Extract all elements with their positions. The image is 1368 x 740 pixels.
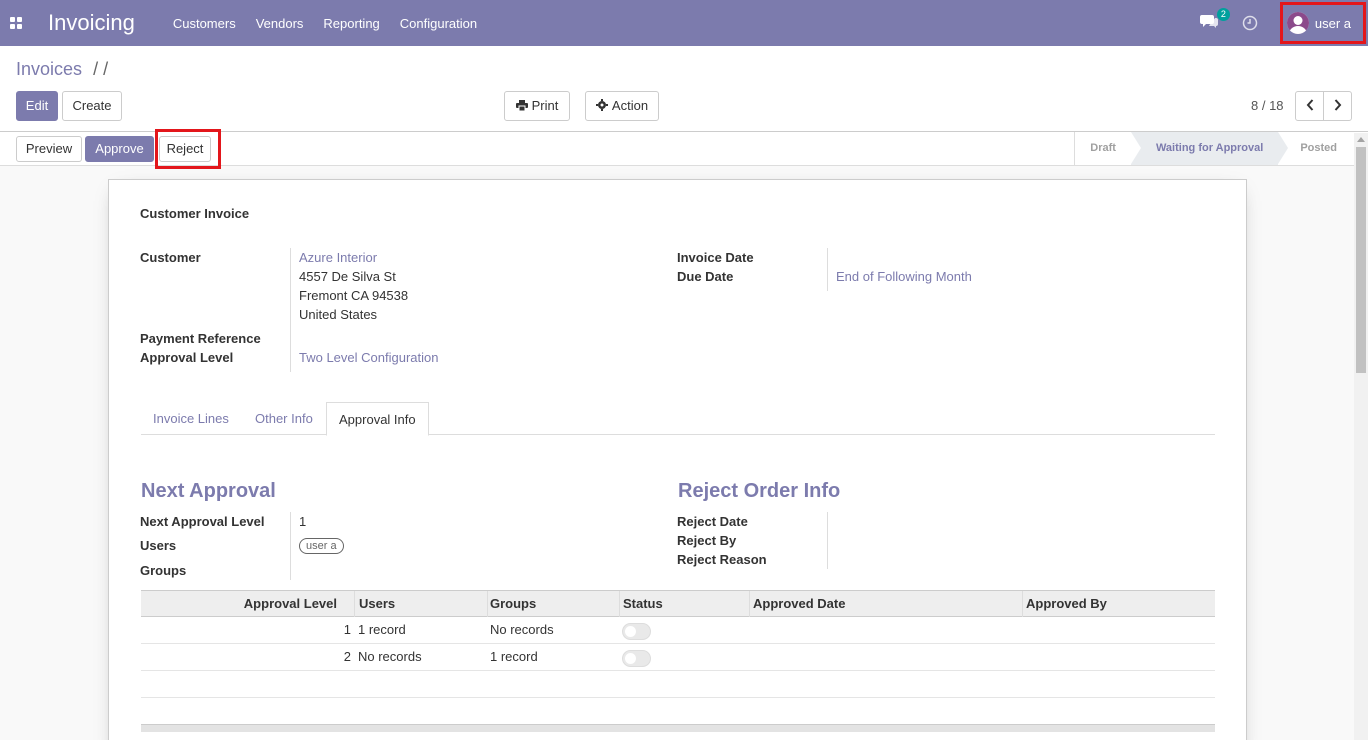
address-line1: 4557 De Silva St [299,269,396,284]
approval-table: Approval Level Users Groups Status Appro… [141,590,1215,698]
form-sheet: Customer Invoice Customer Azure Interior… [108,179,1247,740]
cell-users: 1 record [358,622,406,637]
column-approval-level[interactable]: Approval Level [141,591,337,617]
column-separator [354,591,355,617]
address-line3: United States [299,307,378,322]
menu-configuration[interactable]: Configuration [400,16,477,31]
column-separator [749,591,750,617]
due-date-label: Due Date [677,269,734,284]
pager-value[interactable]: 8 / 18 [1251,98,1284,113]
cell-level: 2 [343,649,351,664]
breadcrumb-invoices[interactable]: Invoices [16,59,82,79]
reject-date-label: Reject Date [677,514,748,529]
customer-link[interactable]: Azure Interior [299,250,377,265]
field-divider [827,248,828,291]
status-toggle[interactable] [622,650,651,667]
user-tag[interactable]: user a [299,538,344,554]
tab-other-info[interactable]: Other Info [243,402,325,435]
users-tags: user a [299,537,344,554]
groups-label: Groups [140,563,187,578]
users-label: Users [140,538,177,553]
apps-menu-icon[interactable] [0,0,32,46]
column-approved-by[interactable]: Approved By [1026,591,1107,617]
column-users[interactable]: Users [359,591,395,617]
gear-icon [595,93,608,121]
control-panel: Invoices / / Edit Create Print Action 8 … [0,46,1368,132]
avatar [1286,12,1309,34]
next-approval-level-value: 1 [299,514,307,529]
field-divider [290,248,291,372]
next-approval-level-label: Next Approval Level [140,514,265,529]
next-approval-heading: Next Approval [141,480,276,502]
reject-reason-label: Reject Reason [677,552,767,567]
clock-icon[interactable] [1242,15,1258,31]
table-header: Approval Level Users Groups Status Appro… [141,590,1215,617]
approval-level-link[interactable]: Two Level Configuration [299,350,438,365]
reject-by-label: Reject By [677,533,737,548]
field-divider [290,512,291,580]
status-toggle[interactable] [622,623,651,640]
chat-count-badge: 2 [1216,8,1230,21]
table-row[interactable]: 2 No records 1 record [141,644,1215,671]
status-stages: Draft Waiting for Approval Posted [1074,132,1352,165]
column-status[interactable]: Status [623,591,663,617]
scrollbar[interactable] [1354,133,1368,740]
create-button[interactable]: Create [62,91,122,121]
chat-icon[interactable]: 2 [1199,8,1230,33]
edit-button[interactable]: Edit [16,91,58,121]
due-date-link[interactable]: End of Following Month [836,269,972,284]
column-groups[interactable]: Groups [490,591,536,617]
menu-customers[interactable]: Customers [173,16,236,31]
stage-posted: Posted [1300,142,1337,154]
tab-invoice-lines[interactable]: Invoice Lines [141,402,241,435]
user-menu[interactable]: user a [1279,2,1366,44]
cell-level: 1 [343,622,351,637]
address-line2: Fremont CA 94538 [299,288,409,303]
stage-waiting-for-approval: Waiting for Approval [1130,132,1289,165]
cell-groups: 1 record [490,649,538,664]
reject-info-heading: Reject Order Info [678,480,841,502]
status-bar: Preview Approve Reject Draft Waiting for… [0,129,1368,169]
column-separator [619,591,620,617]
print-button[interactable]: Print [504,91,570,121]
table-footer [141,724,1215,732]
menu-reporting[interactable]: Reporting [323,16,379,31]
print-label: Print [531,98,559,113]
pager-next-button[interactable] [1323,91,1352,121]
table-row-empty [141,671,1215,698]
breadcrumb-current: / / [93,59,109,79]
cell-users: No records [358,649,422,664]
approval-level-label: Approval Level [140,350,234,365]
reject-button[interactable]: Reject [159,136,211,162]
preview-button[interactable]: Preview [16,136,82,162]
document-title: Customer Invoice [140,206,250,221]
action-button[interactable]: Action [585,91,659,121]
invoice-date-label: Invoice Date [677,250,754,265]
app-title[interactable]: Invoicing [48,10,135,36]
systray: 2 user a [1199,0,1368,46]
column-separator [1022,591,1023,617]
field-divider [827,512,828,569]
action-label: Action [611,98,649,113]
breadcrumb: Invoices / / [16,59,108,80]
scrollbar-thumb[interactable] [1356,147,1366,373]
stage-draft: Draft [1090,142,1116,154]
printer-icon [515,93,528,121]
approve-button[interactable]: Approve [85,136,154,162]
payment-reference-label: Payment Reference [140,331,261,346]
scroll-up-icon[interactable] [1357,137,1365,142]
top-navbar: Invoicing Customers Vendors Reporting Co… [0,0,1368,46]
chevron-right-icon [1334,98,1342,114]
pager-previous-button[interactable] [1295,91,1324,121]
tab-approval-info[interactable]: Approval Info [326,402,429,436]
column-approved-date[interactable]: Approved Date [753,591,845,617]
table-row[interactable]: 1 1 record No records [141,617,1215,644]
notebook-tabs: Invoice Lines Other Info Approval Info [141,402,1215,436]
customer-label: Customer [140,250,201,265]
column-separator [487,591,488,617]
cell-groups: No records [490,622,554,637]
chevron-left-icon [1306,98,1314,114]
menu-vendors[interactable]: Vendors [256,16,304,31]
user-name: user a [1314,15,1351,31]
